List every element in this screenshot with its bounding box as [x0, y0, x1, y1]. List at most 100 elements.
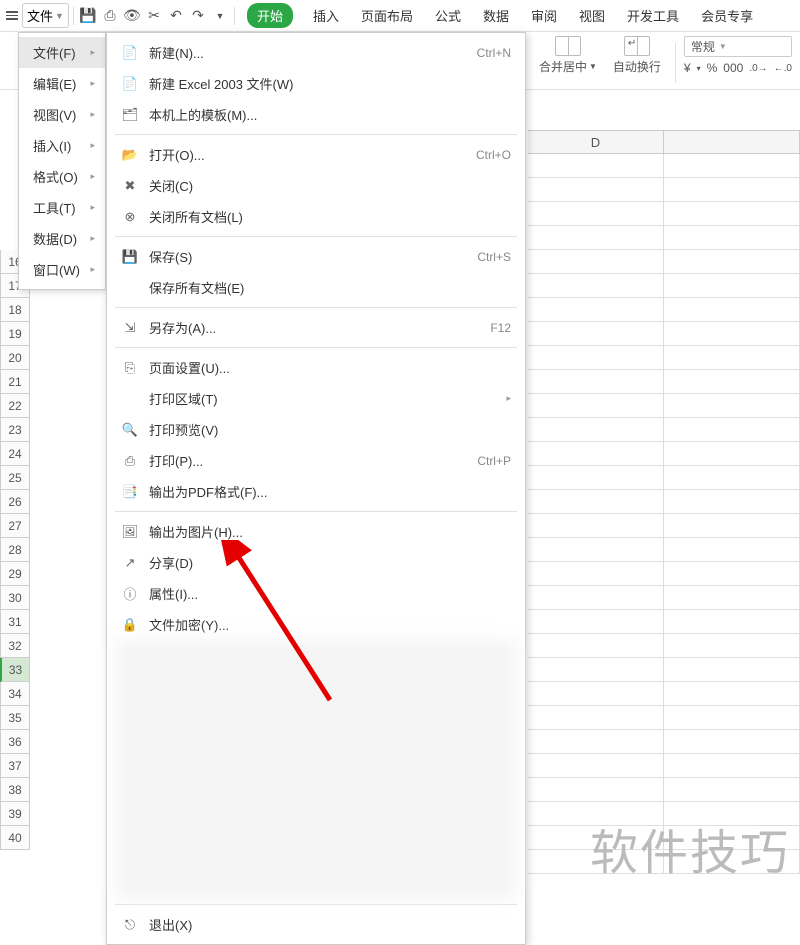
row-header[interactable]: 37: [0, 754, 30, 778]
cut-icon[interactable]: ✂: [144, 6, 164, 26]
cell[interactable]: [528, 682, 664, 706]
submenu-item[interactable]: 🖼输出为图片(H)...: [107, 516, 525, 547]
cell[interactable]: [664, 634, 800, 658]
cell[interactable]: [528, 490, 664, 514]
tab-insert[interactable]: 插入: [311, 2, 341, 29]
submenu-item[interactable]: 💾保存(S)Ctrl+S: [107, 241, 525, 272]
row-header[interactable]: 20: [0, 346, 30, 370]
cell[interactable]: [664, 586, 800, 610]
cell[interactable]: [664, 250, 800, 274]
tab-dev[interactable]: 开发工具: [625, 2, 681, 29]
row-header[interactable]: 19: [0, 322, 30, 346]
tab-formula[interactable]: 公式: [433, 2, 463, 29]
menu-item[interactable]: 编辑(E)▸: [19, 68, 105, 99]
cell[interactable]: [664, 154, 800, 178]
row-header[interactable]: 26: [0, 490, 30, 514]
cell[interactable]: [528, 370, 664, 394]
row-header[interactable]: 31: [0, 610, 30, 634]
tab-start[interactable]: 开始: [247, 3, 293, 28]
column-header-d[interactable]: D: [528, 131, 664, 153]
tab-view[interactable]: 视图: [577, 2, 607, 29]
cell[interactable]: [664, 370, 800, 394]
redo-icon[interactable]: ↷: [188, 6, 208, 26]
decimal-dec-button[interactable]: ←.0: [774, 63, 792, 74]
row-header[interactable]: 38: [0, 778, 30, 802]
submenu-item[interactable]: 🔒文件加密(Y)...: [107, 609, 525, 640]
menu-item[interactable]: 视图(V)▸: [19, 99, 105, 130]
cell[interactable]: [664, 442, 800, 466]
cell[interactable]: [664, 346, 800, 370]
submenu-item[interactable]: 📄新建 Excel 2003 文件(W): [107, 68, 525, 99]
thousand-button[interactable]: 000: [723, 61, 743, 75]
tab-data[interactable]: 数据: [481, 2, 511, 29]
cell[interactable]: [528, 154, 664, 178]
cell[interactable]: [664, 754, 800, 778]
menu-item[interactable]: 窗口(W)▸: [19, 254, 105, 285]
row-header[interactable]: 23: [0, 418, 30, 442]
submenu-item[interactable]: ⊗关闭所有文档(L): [107, 201, 525, 232]
cell[interactable]: [528, 274, 664, 298]
cell[interactable]: [664, 562, 800, 586]
submenu-item[interactable]: 📑输出为PDF格式(F)...: [107, 476, 525, 507]
submenu-item[interactable]: ↗分享(D): [107, 547, 525, 578]
row-header[interactable]: 21: [0, 370, 30, 394]
tab-member[interactable]: 会员专享: [699, 2, 755, 29]
currency-button[interactable]: ¥: [684, 61, 691, 75]
row-header[interactable]: 28: [0, 538, 30, 562]
menu-item[interactable]: 数据(D)▸: [19, 223, 105, 254]
submenu-item[interactable]: 📄新建(N)...Ctrl+N: [107, 37, 525, 68]
cell[interactable]: [528, 610, 664, 634]
cell[interactable]: [664, 274, 800, 298]
cell[interactable]: [528, 658, 664, 682]
row-header[interactable]: 35: [0, 706, 30, 730]
format-selector[interactable]: 常规 ▼: [684, 36, 792, 57]
cell[interactable]: [664, 178, 800, 202]
row-header[interactable]: 22: [0, 394, 30, 418]
cell[interactable]: [664, 226, 800, 250]
hamburger-icon[interactable]: [4, 8, 20, 24]
cell[interactable]: [664, 706, 800, 730]
undo-icon[interactable]: ↶: [166, 6, 186, 26]
cell[interactable]: [664, 514, 800, 538]
submenu-item[interactable]: ⎘页面设置(U)...: [107, 352, 525, 383]
row-header[interactable]: 24: [0, 442, 30, 466]
wrap-text-button[interactable]: 自动换行: [607, 36, 667, 75]
cell[interactable]: [664, 730, 800, 754]
submenu-item[interactable]: ⇲另存为(A)...F12: [107, 312, 525, 343]
submenu-item[interactable]: 打印区域(T)▸: [107, 383, 525, 414]
submenu-item[interactable]: ⎙打印(P)...Ctrl+P: [107, 445, 525, 476]
submenu-item[interactable]: 📂打开(O)...Ctrl+O: [107, 139, 525, 170]
merge-center-button[interactable]: 合并居中▼: [533, 36, 603, 75]
cell[interactable]: [528, 706, 664, 730]
cell[interactable]: [528, 634, 664, 658]
save-icon[interactable]: 💾: [78, 6, 98, 26]
cell[interactable]: [664, 298, 800, 322]
cell[interactable]: [664, 682, 800, 706]
print-icon[interactable]: ⎙: [100, 6, 120, 26]
row-header[interactable]: 29: [0, 562, 30, 586]
row-header[interactable]: 34: [0, 682, 30, 706]
submenu-item[interactable]: ✖关闭(C): [107, 170, 525, 201]
preview-icon[interactable]: 👁: [122, 6, 142, 26]
row-header[interactable]: 33: [0, 658, 30, 682]
menu-item[interactable]: 工具(T)▸: [19, 192, 105, 223]
menu-item[interactable]: 格式(O)▸: [19, 161, 105, 192]
cell[interactable]: [528, 346, 664, 370]
cell[interactable]: [664, 778, 800, 802]
cell[interactable]: [664, 202, 800, 226]
row-header[interactable]: 25: [0, 466, 30, 490]
file-menu-button[interactable]: 文件 ▼: [22, 3, 69, 28]
row-header[interactable]: 27: [0, 514, 30, 538]
row-header[interactable]: 36: [0, 730, 30, 754]
submenu-item[interactable]: 🗂本机上的模板(M)...: [107, 99, 525, 130]
cells-area[interactable]: [528, 154, 800, 893]
cell[interactable]: [528, 394, 664, 418]
cell[interactable]: [664, 418, 800, 442]
cell[interactable]: [664, 490, 800, 514]
row-header[interactable]: 40: [0, 826, 30, 850]
cell[interactable]: [664, 466, 800, 490]
cell[interactable]: [528, 538, 664, 562]
cell[interactable]: [664, 610, 800, 634]
submenu-item[interactable]: 保存所有文档(E): [107, 272, 525, 303]
cell[interactable]: [664, 322, 800, 346]
